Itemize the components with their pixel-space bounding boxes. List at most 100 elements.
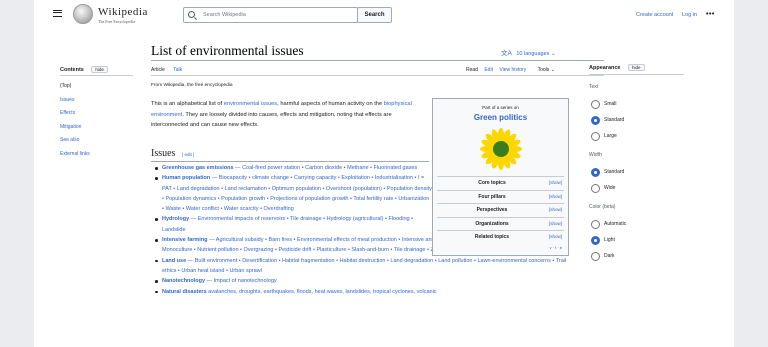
issue-link[interactable]: Nanotechnology	[162, 278, 205, 284]
page-title: List of environmental issues	[151, 43, 304, 58]
login-link[interactable]: Log in	[682, 12, 697, 18]
from-line: From Wikipedia, the free encyclopedia	[151, 83, 233, 88]
row-label: Perspectives	[476, 207, 508, 213]
sunflower-center	[493, 141, 509, 157]
main-menu-icon[interactable]	[53, 10, 62, 17]
issue-link[interactable]: Land use	[162, 258, 186, 264]
section-heading-issues: Issues [ edit ]	[151, 148, 194, 159]
toc-title: Contents	[60, 67, 84, 73]
show-toggle[interactable]: [show]	[549, 207, 562, 212]
issue-link[interactable]: Human population	[162, 175, 210, 181]
wikipedia-logo-icon[interactable]	[73, 4, 93, 24]
issue-link[interactable]: Natural disasters	[162, 289, 207, 295]
issue-link[interactable]: Intensive farming	[162, 237, 208, 243]
toc-list: (Top) Issues Effects Mitigation See also…	[60, 82, 90, 163]
tab-edit[interactable]: Edit	[484, 67, 493, 73]
appearance-hide-button[interactable]: hide	[628, 64, 645, 71]
language-count: 10 languages	[516, 51, 550, 57]
list-item: Greenhouse gas emissions — Coal-fired po…	[154, 163, 432, 173]
toc-item-external-links[interactable]: External links	[60, 150, 90, 164]
issue-subtopics[interactable]: avalanches, droughts, earthquakes, flood…	[207, 289, 436, 295]
vte-links[interactable]: v · t · e	[550, 245, 562, 250]
series-title[interactable]: Green politics	[433, 113, 568, 122]
toc-item-effects[interactable]: Effects	[60, 109, 90, 123]
issue-link[interactable]: Greenhouse gas emissions	[162, 165, 234, 171]
issue-subtopics[interactable]: — Environmental impacts of reservoirs • …	[162, 216, 413, 232]
radio-label: Large	[604, 133, 617, 139]
row-label: Four pillars	[478, 193, 506, 200]
text-size-label: Text	[589, 84, 599, 90]
search-input[interactable]: Search Wikipedia	[183, 7, 358, 23]
row-label: Core topics	[478, 180, 506, 186]
toc-item-mitigation[interactable]: Mitigation	[60, 123, 90, 137]
page: Wikipedia The Free Encyclopedia Search W…	[34, 0, 734, 347]
search-button[interactable]: Search	[357, 7, 392, 23]
tab-read[interactable]: Read	[466, 67, 478, 73]
sunflower-icon[interactable]	[479, 127, 523, 171]
row-label: Related topics	[474, 234, 510, 240]
radio-color-dark[interactable]	[591, 252, 600, 261]
sidebar-row[interactable]: Organizations [show]	[437, 216, 564, 231]
radio-width-standard[interactable]	[591, 168, 600, 177]
show-toggle[interactable]: [show]	[549, 221, 562, 226]
sidebar-row[interactable]: Four pillars [show]	[437, 189, 564, 204]
intro-text: This is an alphabetical list of	[151, 101, 224, 107]
width-label: Width	[589, 152, 602, 158]
toc-item-see-also[interactable]: See also	[60, 136, 90, 150]
row-label: Organizations	[475, 220, 509, 227]
create-account-link[interactable]: Create account	[636, 12, 673, 18]
language-button[interactable]: 文A 10 languages ⌄	[501, 47, 556, 57]
tools-label: Tools	[537, 67, 550, 73]
environmental-issues-link[interactable]: environmental issues	[224, 101, 277, 107]
issue-link[interactable]: Hydrology	[162, 216, 189, 222]
search-icon	[188, 11, 195, 18]
appearance-title: Appearance	[589, 65, 621, 71]
appearance-heading: Appearance hide	[589, 64, 645, 71]
wordmark[interactable]: Wikipedia	[98, 6, 148, 18]
show-toggle[interactable]: [show]	[549, 234, 562, 239]
tagline: The Free Encyclopedia	[98, 19, 136, 24]
sidebar-row[interactable]: Related topics [show]	[437, 230, 564, 244]
radio-label: Automatic	[604, 221, 627, 227]
tab-article[interactable]: Article	[151, 67, 165, 73]
intro-paragraph: This is an alphabetical list of environm…	[151, 99, 429, 131]
toc-item-top[interactable]: (Top)	[60, 82, 90, 96]
radio-text-large[interactable]	[591, 132, 600, 141]
list-item: Human population — Biocapacity • climate…	[154, 173, 432, 214]
radio-width-wide[interactable]	[591, 184, 600, 193]
sidebar-row[interactable]: Perspectives [show]	[437, 203, 564, 217]
issue-subtopics[interactable]: — Impact of nanotechnology	[205, 278, 277, 284]
toc-item-issues[interactable]: Issues	[60, 96, 90, 110]
radio-label: Small	[604, 101, 617, 107]
section-edit-link[interactable]: [ edit ]	[182, 152, 194, 157]
tools-menu[interactable]: Tools ⌄	[533, 67, 555, 73]
tab-view-history[interactable]: View history	[499, 67, 526, 73]
toc-heading: Contents hide	[60, 66, 108, 73]
issue-subtopics[interactable]: — Coal-fired power station • Carbon diox…	[234, 165, 417, 171]
tab-talk[interactable]: Talk	[173, 67, 182, 73]
radio-color-automatic[interactable]	[591, 220, 600, 229]
translate-icon: 文A	[501, 50, 512, 57]
intro-text: . They are loosely divided into causes, …	[151, 111, 392, 129]
chevron-down-icon: ⌄	[550, 51, 556, 57]
show-toggle[interactable]: [show]	[549, 194, 562, 199]
show-toggle[interactable]: [show]	[549, 180, 562, 185]
list-item: Nanotechnology — Impact of nanotechnolog…	[154, 276, 574, 286]
radio-text-standard[interactable]	[591, 116, 600, 125]
toc-divider	[60, 75, 133, 76]
toc-hide-button[interactable]: hide	[91, 66, 108, 73]
radio-label: Dark	[604, 253, 615, 259]
more-options-icon[interactable]: •••	[706, 11, 715, 18]
radio-color-light[interactable]	[591, 236, 600, 245]
radio-label: Standard	[604, 169, 625, 175]
issue-subtopics[interactable]: — Built environment • Desertification • …	[162, 258, 566, 274]
sidebar-row[interactable]: Core topics [show]	[437, 176, 564, 190]
appearance-divider	[589, 74, 684, 75]
section-title: Issues	[151, 148, 176, 159]
list-item: Land use — Built environment • Desertifi…	[154, 256, 574, 277]
namespace-tabs: Article Talk	[151, 67, 189, 73]
title-divider	[151, 60, 604, 61]
radio-text-small[interactable]	[591, 100, 600, 109]
radio-label: Standard	[604, 117, 625, 123]
radio-label: Light	[604, 237, 615, 243]
